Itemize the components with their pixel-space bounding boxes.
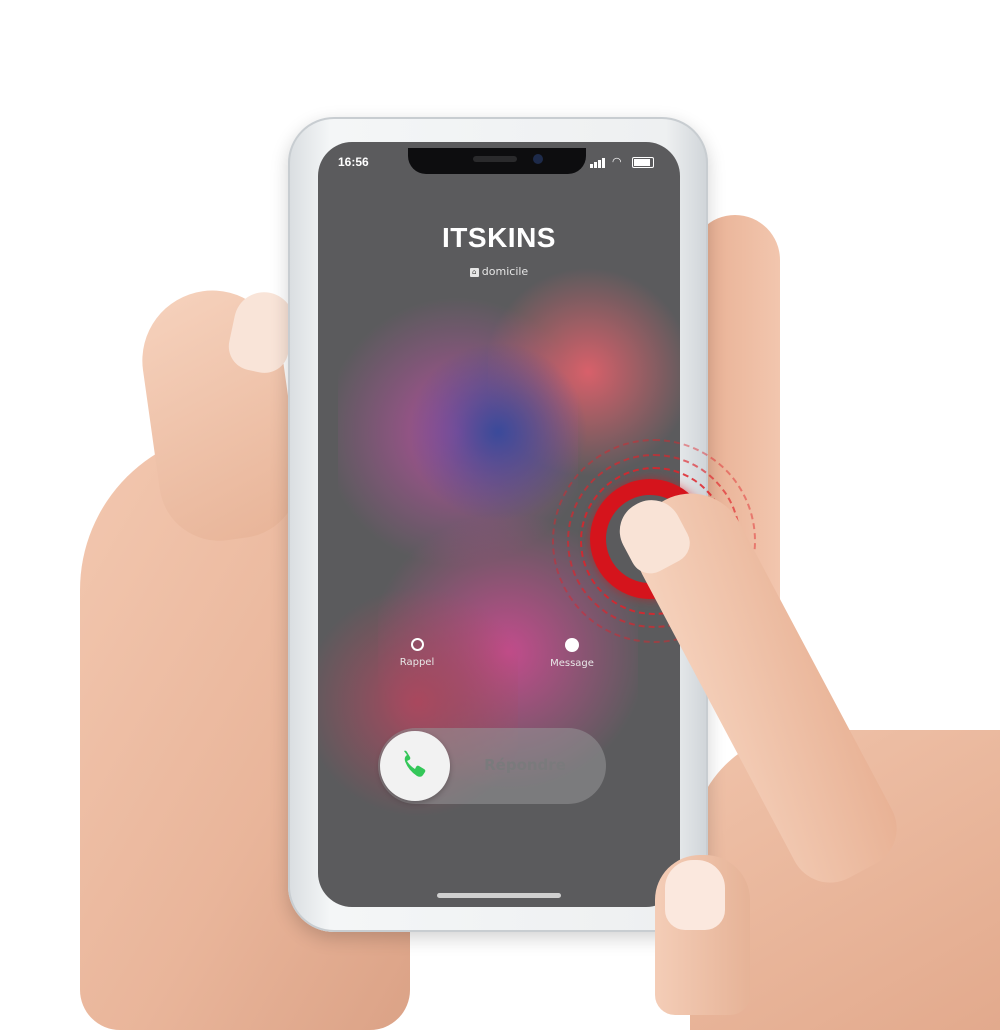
answer-slider-knob[interactable] <box>380 731 450 801</box>
battery-icon <box>632 157 654 168</box>
alarm-icon <box>410 638 424 651</box>
caller-label-row: ⌂ domicile <box>318 265 680 278</box>
remind-me-button[interactable]: Rappel <box>372 638 462 668</box>
status-icons: ◠ <box>590 156 660 168</box>
wifi-icon: ◠ <box>612 155 622 168</box>
status-time: 16:56 <box>338 155 369 169</box>
wallpaper-blur <box>408 342 588 522</box>
earpiece-speaker <box>473 156 517 162</box>
caller-label: domicile <box>481 265 529 278</box>
home-indicator <box>437 893 561 898</box>
right-thumb-nail <box>665 860 725 930</box>
answer-slider-label: Répondre <box>484 756 566 774</box>
caller-name: ITSKINS <box>442 222 556 253</box>
home-icon: ⌂ <box>469 267 479 277</box>
message-label: Message <box>550 658 594 669</box>
front-camera <box>533 154 543 164</box>
message-bubble-icon <box>565 638 579 652</box>
phone-icon <box>404 750 426 777</box>
remind-label: Rappel <box>399 657 435 668</box>
message-button[interactable]: Message <box>527 638 617 669</box>
